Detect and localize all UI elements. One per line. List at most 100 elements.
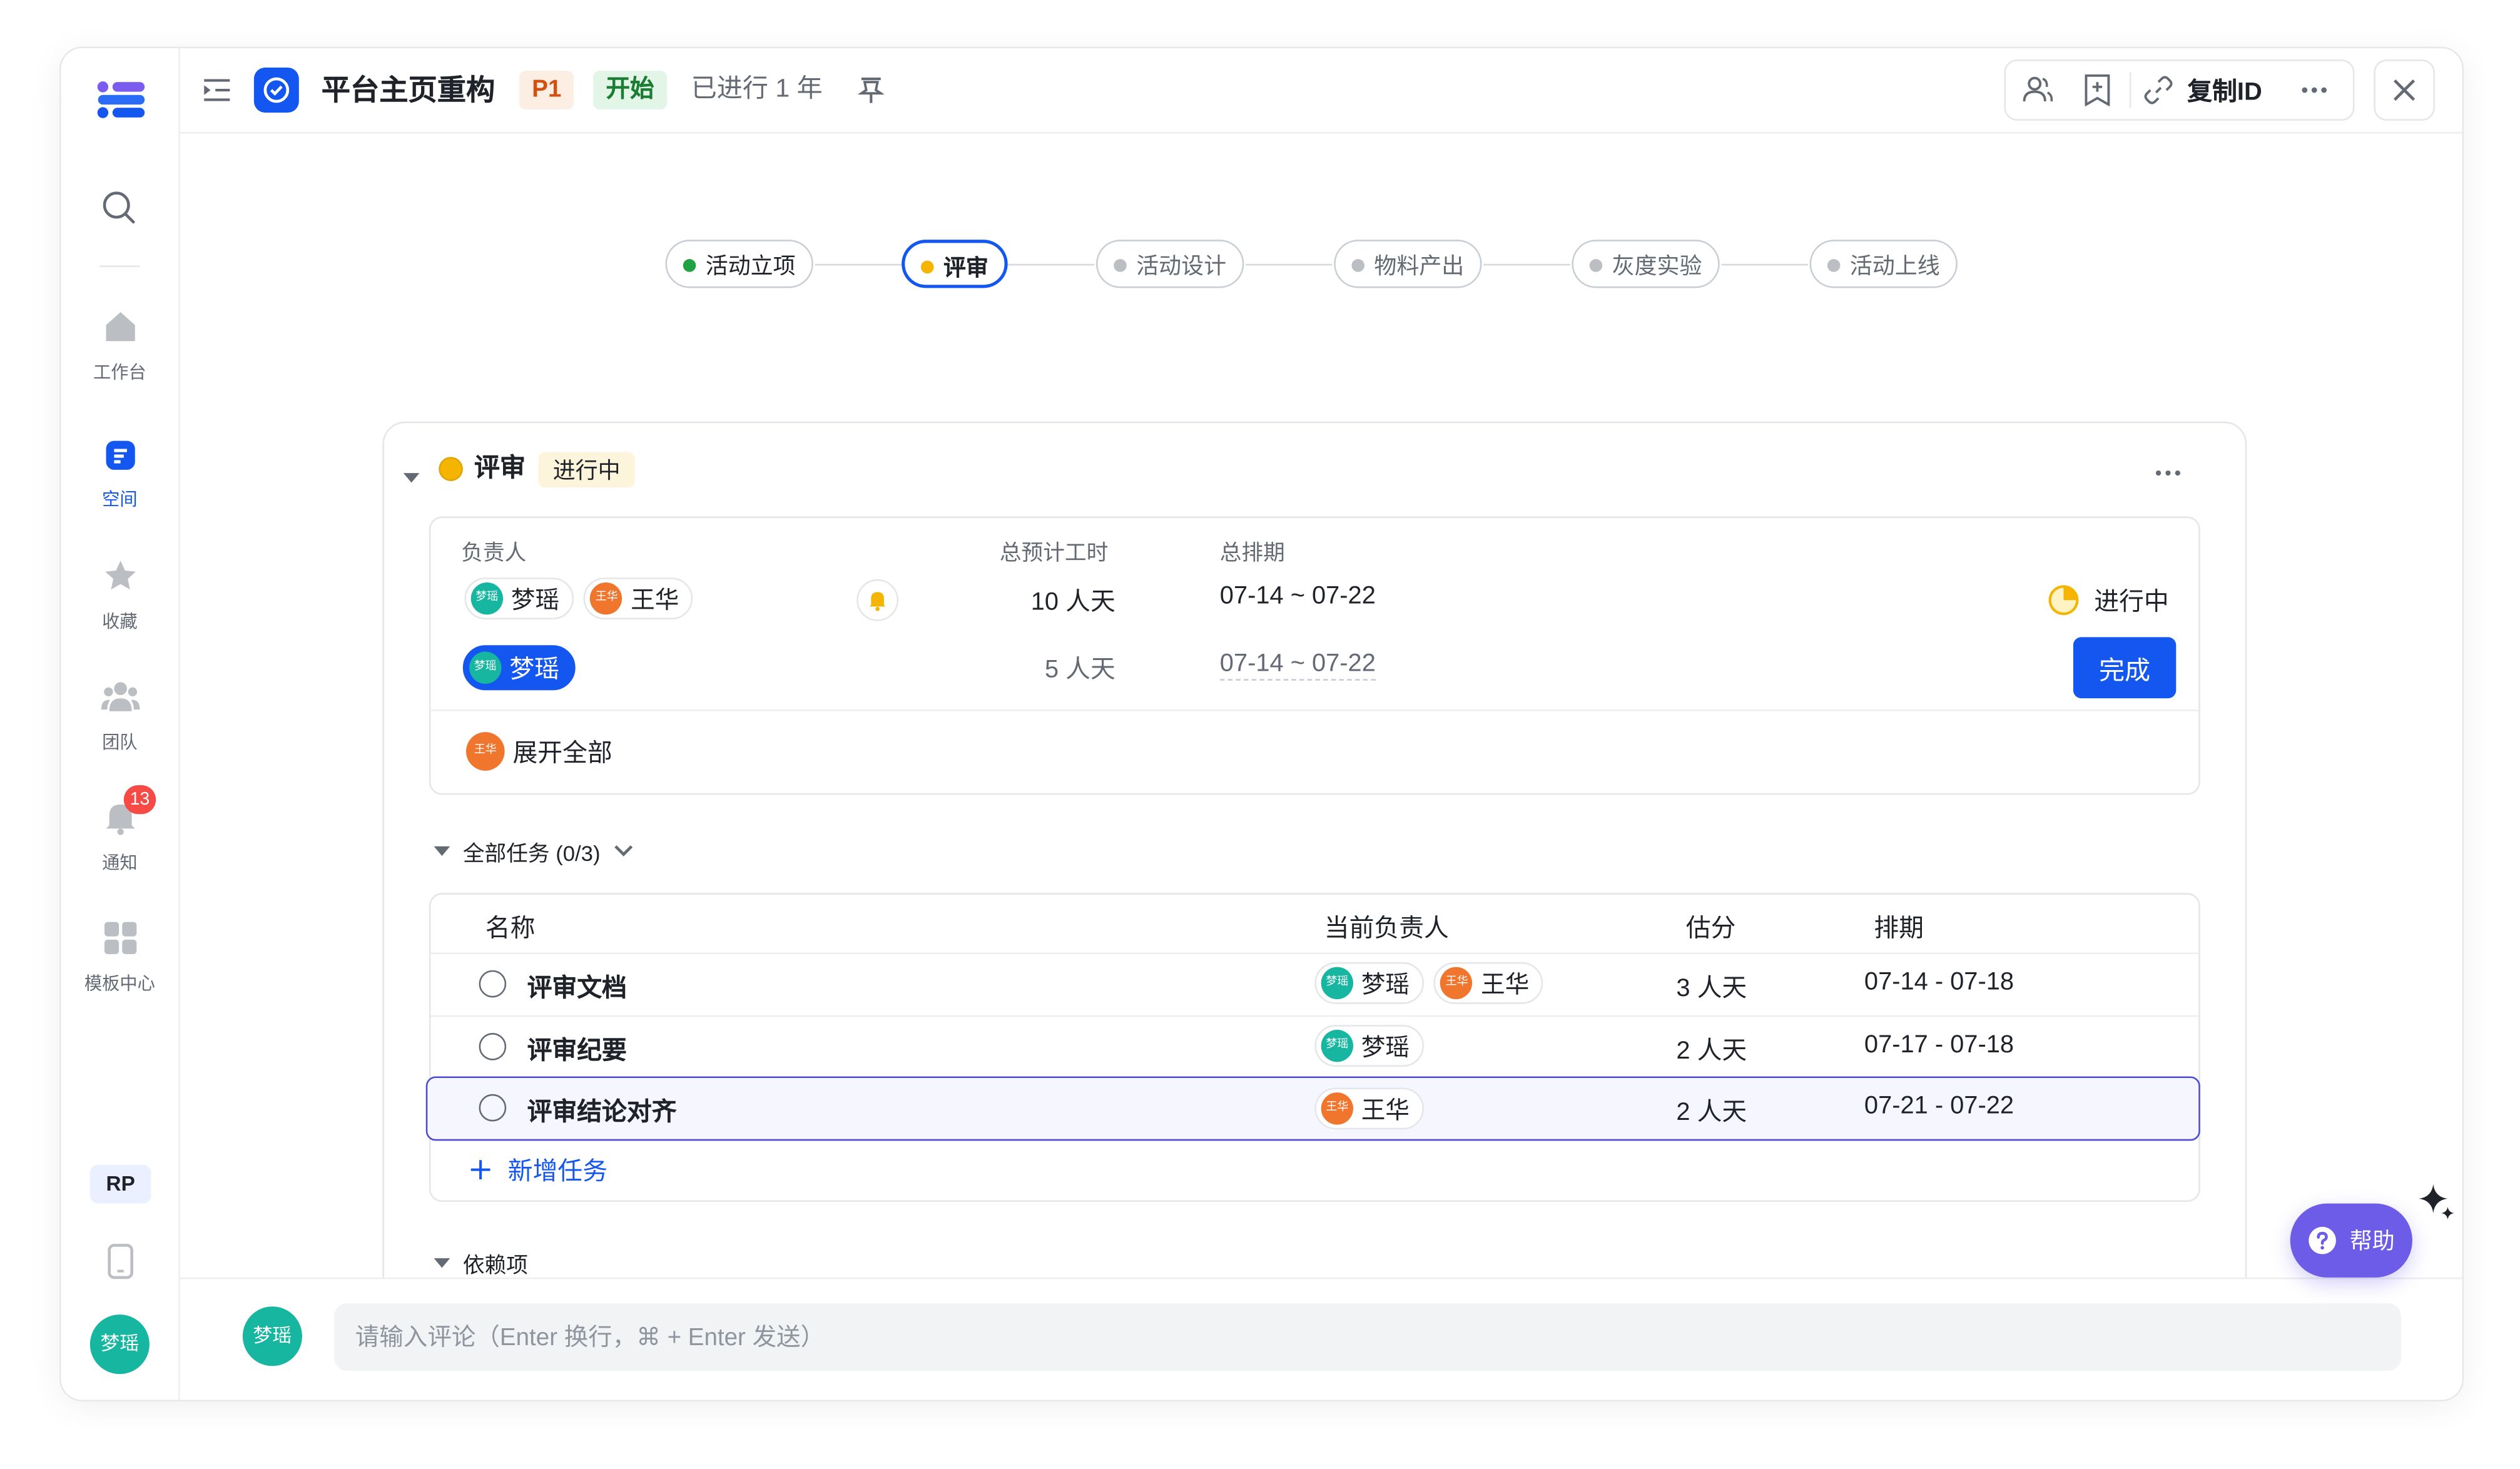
deps-section-label: 依赖项 bbox=[462, 1253, 528, 1278]
copy-id-label: 复制ID bbox=[2187, 79, 2262, 106]
node-status-badge[interactable]: 进行中 bbox=[538, 452, 635, 488]
owner-name: 王华 bbox=[631, 586, 679, 614]
close-icon bbox=[2394, 79, 2416, 101]
pipeline-step-1[interactable]: 活动立项 bbox=[665, 240, 813, 288]
header: 平台主页重构 P1 开始 已进行 1 年 复制ID bbox=[180, 48, 2462, 134]
chevron-down-icon bbox=[614, 845, 632, 856]
sidebar-item-templates[interactable]: 模板中心 bbox=[61, 920, 179, 996]
avatar: 王华 bbox=[590, 582, 623, 615]
owner-chip[interactable]: 王华 王华 bbox=[1314, 1087, 1425, 1130]
help-button[interactable]: 帮助 bbox=[2290, 1203, 2412, 1278]
task-owners: 梦瑶 梦瑶 王华 王华 bbox=[1314, 962, 1544, 1004]
pipeline-step-3[interactable]: 活动设计 bbox=[1095, 240, 1244, 288]
task-schedule[interactable]: 07-17 - 07-18 bbox=[1864, 1031, 2014, 1060]
task-name[interactable]: 评审文档 bbox=[527, 968, 627, 1004]
task-type-icon bbox=[253, 68, 299, 113]
help-label: 帮助 bbox=[2349, 1228, 2395, 1254]
owner-header: 负责人 bbox=[461, 541, 527, 565]
task-checkbox[interactable] bbox=[479, 1094, 507, 1122]
sidebar-toggle-icon[interactable] bbox=[203, 77, 231, 111]
divider bbox=[430, 709, 2199, 711]
owner-chip[interactable]: 王华 王华 bbox=[584, 577, 694, 620]
remind-button[interactable] bbox=[856, 579, 899, 621]
sidebar-item-team[interactable]: 团队 bbox=[61, 679, 179, 755]
owner-chip[interactable]: 梦瑶 梦瑶 bbox=[1314, 962, 1425, 1004]
avatar: 梦瑶 bbox=[1321, 967, 1354, 1000]
step-label: 活动立项 bbox=[705, 252, 796, 278]
grid-icon bbox=[103, 922, 136, 955]
total-estimate: 10 人天 bbox=[1030, 589, 1115, 616]
copy-id-button[interactable]: 复制ID bbox=[2144, 61, 2262, 119]
bookmark-add-icon[interactable] bbox=[2083, 74, 2111, 114]
progress-icon bbox=[2048, 585, 2079, 616]
workspace-badge[interactable]: RP bbox=[89, 1164, 151, 1204]
task-schedule[interactable]: 07-14 - 07-18 bbox=[1864, 968, 2014, 997]
sidebar-item-workbench[interactable]: 工作台 bbox=[61, 309, 179, 385]
ai-sparkle-icon[interactable] bbox=[2416, 1181, 2457, 1231]
owner-name: 梦瑶 bbox=[1361, 1034, 1410, 1062]
close-button[interactable] bbox=[2374, 59, 2435, 121]
summary-state-label: 进行中 bbox=[2094, 589, 2169, 616]
mobile-icon[interactable] bbox=[108, 1244, 133, 1287]
step-label: 评审 bbox=[943, 254, 988, 280]
members-icon[interactable] bbox=[2022, 74, 2054, 114]
task-checkbox[interactable] bbox=[479, 1033, 507, 1060]
space-icon bbox=[105, 440, 135, 470]
avatar: 梦瑶 bbox=[470, 582, 504, 615]
sidebar-item-space[interactable]: 空间 bbox=[61, 439, 179, 512]
task-estimate[interactable]: 2 人天 bbox=[1676, 1092, 1747, 1128]
owner-chip[interactable]: 梦瑶 梦瑶 bbox=[1314, 1025, 1425, 1067]
owner-chip[interactable]: 梦瑶 梦瑶 bbox=[464, 577, 574, 620]
sidebar-item-label: 模板中心 bbox=[84, 975, 155, 995]
total-schedule: 07-14 ~ 07-22 bbox=[1219, 582, 1376, 610]
collapse-toggle-icon[interactable] bbox=[402, 465, 421, 494]
step-label: 物料产出 bbox=[1374, 252, 1465, 278]
owner-name: 梦瑶 bbox=[509, 656, 560, 684]
page-title: 平台主页重构 bbox=[321, 74, 495, 106]
deps-section-toggle[interactable]: 依赖项 bbox=[432, 1247, 528, 1279]
my-owner-chip[interactable]: 梦瑶 梦瑶 bbox=[462, 645, 576, 691]
table-row[interactable]: 评审纪要 梦瑶 梦瑶 2 人天 07-17 - 07-18 bbox=[430, 1015, 2199, 1078]
task-checkbox[interactable] bbox=[479, 970, 507, 998]
expand-all-button[interactable]: 王华 展开全部 bbox=[465, 732, 612, 771]
collapse-toggle-icon bbox=[434, 1258, 450, 1268]
more-icon[interactable] bbox=[2299, 74, 2330, 114]
avatar[interactable]: 梦瑶 bbox=[89, 1314, 150, 1375]
task-schedule[interactable]: 07-21 - 07-22 bbox=[1864, 1092, 2014, 1121]
node-title: 评审 bbox=[474, 455, 526, 483]
sidebar-item-notifications[interactable]: 13 通知 bbox=[61, 785, 179, 875]
complete-button[interactable]: 完成 bbox=[2073, 637, 2177, 699]
add-task-button[interactable]: 新增任务 bbox=[469, 1152, 607, 1187]
task-name[interactable]: 评审结论对齐 bbox=[527, 1092, 677, 1128]
my-estimate[interactable]: 5 人天 bbox=[1025, 650, 1115, 686]
priority-badge[interactable]: P1 bbox=[519, 71, 575, 109]
bell-icon bbox=[869, 592, 886, 611]
column-header: 名称 bbox=[485, 915, 536, 943]
sidebar-item-label: 收藏 bbox=[102, 613, 138, 633]
app-stage: 工作台 空间 收藏 团队 13 通知 模板中心 RP 梦瑶 平台主页重构 P1 … bbox=[0, 0, 2520, 1469]
table-row[interactable]: 评审文档 梦瑶 梦瑶 王华 王华 3 人天 07-14 - 07-18 bbox=[430, 952, 2199, 1015]
sidebar-item-favorites[interactable]: 收藏 bbox=[61, 558, 179, 634]
node-more-icon[interactable] bbox=[2152, 457, 2184, 497]
status-badge[interactable]: 开始 bbox=[592, 71, 668, 109]
tasks-section-toggle[interactable]: 全部任务 (0/3) bbox=[432, 835, 634, 867]
add-task-label: 新增任务 bbox=[507, 1158, 608, 1186]
avatar: 王华 bbox=[1440, 967, 1473, 1000]
tasks-section-label: 全部任务 (0/3) bbox=[462, 841, 601, 866]
node-card: 评审 进行中 负责人 总预计工时 总排期 梦瑶 梦瑶 王华 王华 10 人天 07-… bbox=[382, 421, 2247, 1400]
table-row-selected[interactable]: 评审结论对齐 王华 王华 2 人天 07-21 - 07-22 bbox=[425, 1076, 2200, 1141]
pipeline-step-2[interactable]: 评审 bbox=[902, 240, 1008, 288]
comment-input[interactable] bbox=[334, 1303, 2401, 1371]
task-estimate[interactable]: 2 人天 bbox=[1676, 1031, 1747, 1067]
pin-icon[interactable] bbox=[857, 76, 885, 113]
pipeline-step-4[interactable]: 物料产出 bbox=[1334, 240, 1482, 288]
my-schedule[interactable]: 07-14 ~ 07-22 bbox=[1219, 650, 1376, 681]
task-name[interactable]: 评审纪要 bbox=[527, 1031, 627, 1067]
sidebar-item-label: 工作台 bbox=[93, 363, 146, 384]
sidebar-divider bbox=[99, 265, 140, 267]
task-estimate[interactable]: 3 人天 bbox=[1676, 968, 1747, 1004]
pipeline-step-5[interactable]: 灰度实验 bbox=[1572, 240, 1720, 288]
pipeline-step-6[interactable]: 活动上线 bbox=[1809, 240, 1958, 288]
search-icon[interactable] bbox=[101, 190, 137, 233]
owner-chip[interactable]: 王华 王华 bbox=[1434, 962, 1544, 1004]
